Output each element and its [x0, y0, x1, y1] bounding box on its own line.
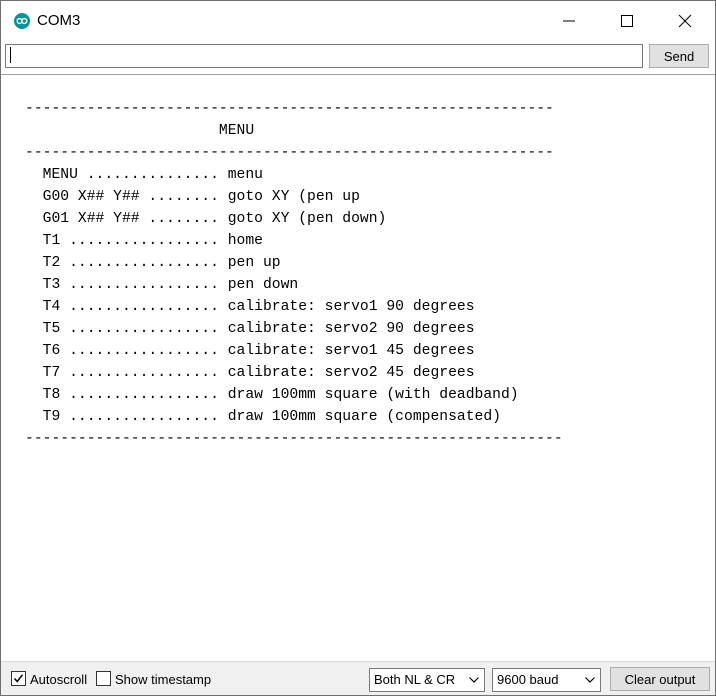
- autoscroll-checkbox[interactable]: [11, 671, 26, 686]
- show-timestamp-checkbox[interactable]: [96, 671, 111, 686]
- output-line: ----------------------------------------…: [25, 101, 554, 117]
- output-line: MENU ............... menu: [25, 167, 263, 183]
- baud-rate-select[interactable]: 9600 baud: [492, 668, 601, 692]
- output-line: T7 ................. calibrate: servo2 4…: [25, 365, 475, 381]
- output-line: ----------------------------------------…: [25, 431, 563, 447]
- chevron-down-icon: [585, 677, 595, 683]
- line-ending-select[interactable]: Both NL & CR: [369, 668, 485, 692]
- autoscroll-label: Autoscroll: [30, 672, 88, 687]
- minimize-icon: [563, 20, 575, 22]
- text-caret: [10, 47, 11, 63]
- show-timestamp-label: Show timestamp: [115, 672, 212, 687]
- output-line: T2 ................. pen up: [25, 255, 281, 271]
- window-title: COM3: [37, 12, 81, 29]
- serial-monitor-window: COM3 Send ------------------------------…: [0, 0, 716, 696]
- line-ending-value: Both NL & CR: [374, 672, 456, 687]
- baud-rate-value: 9600 baud: [497, 672, 559, 687]
- status-bar: Autoscroll Show timestamp Both NL & CR 9…: [1, 661, 715, 695]
- output-line: T6 ................. calibrate: servo1 4…: [25, 343, 475, 359]
- clear-output-button[interactable]: Clear output: [610, 667, 710, 691]
- command-row: Send: [1, 43, 715, 73]
- maximize-icon: [621, 15, 633, 27]
- output-line: T3 ................. pen down: [25, 277, 299, 293]
- output-line: T9 ................. draw 100mm square (…: [25, 409, 501, 425]
- arduino-logo-icon: [14, 13, 30, 29]
- close-button[interactable]: [656, 1, 714, 41]
- output-line: T1 ................. home: [25, 233, 263, 249]
- output-line: T4 ................. calibrate: servo1 9…: [25, 299, 475, 315]
- serial-command-input[interactable]: [5, 44, 643, 68]
- output-line: G00 X## Y## ........ goto XY (pen up: [25, 189, 360, 205]
- close-icon: [678, 14, 692, 28]
- checkmark-icon: [13, 674, 24, 683]
- minimize-button[interactable]: [540, 1, 598, 41]
- title-bar[interactable]: COM3: [1, 1, 715, 41]
- output-line: MENU: [25, 123, 255, 139]
- send-button[interactable]: Send: [649, 44, 709, 68]
- serial-output-area[interactable]: ----------------------------------------…: [1, 75, 715, 661]
- chevron-down-icon: [469, 677, 479, 683]
- output-line: T5 ................. calibrate: servo2 9…: [25, 321, 475, 337]
- maximize-button[interactable]: [598, 1, 656, 41]
- output-line: T8 ................. draw 100mm square (…: [25, 387, 519, 403]
- output-line: G01 X## Y## ........ goto XY (pen down): [25, 211, 387, 227]
- output-line: ----------------------------------------…: [25, 145, 554, 161]
